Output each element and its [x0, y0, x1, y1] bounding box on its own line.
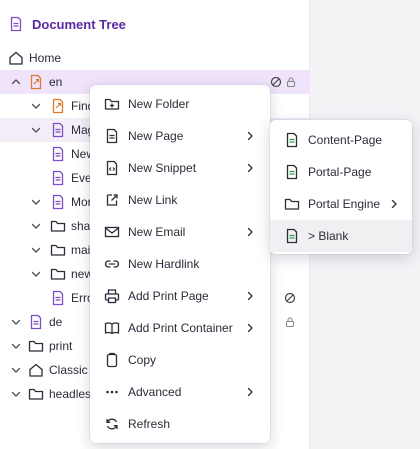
chevron-down-icon[interactable]	[30, 220, 42, 232]
document-icon	[50, 122, 66, 138]
page-icon	[284, 228, 300, 244]
menu-item-new-snippet[interactable]: New Snippet	[90, 152, 270, 184]
folder-icon	[50, 218, 66, 234]
chevron-right-icon	[244, 322, 256, 334]
home-icon	[8, 50, 24, 66]
folder-icon	[28, 338, 44, 354]
chevron-right-icon	[244, 130, 256, 142]
link-icon	[104, 192, 120, 208]
menu-item-copy[interactable]: Copy	[90, 344, 270, 376]
chevron-down-icon[interactable]	[10, 340, 22, 352]
folder-icon	[50, 266, 66, 282]
panel-header: Document Tree	[8, 12, 126, 36]
menu-item-add-print-container[interactable]: Add Print Container	[90, 312, 270, 344]
menu-item-new-email[interactable]: New Email	[90, 216, 270, 248]
chevron-right-icon	[244, 290, 256, 302]
submenu-item-blank[interactable]: > Blank	[270, 220, 412, 252]
folder-icon	[284, 196, 300, 212]
document-icon	[50, 146, 66, 162]
lock-icon	[285, 76, 297, 88]
page-icon	[284, 164, 300, 180]
folder-plus-icon	[104, 96, 120, 112]
chevron-up-icon[interactable]	[10, 76, 22, 88]
menu-item-new-page[interactable]: New Page	[90, 120, 270, 152]
chevron-down-icon[interactable]	[30, 244, 42, 256]
page-icon	[284, 132, 300, 148]
tree-item-label: Home	[29, 51, 62, 65]
menu-item-new-hardlink[interactable]: New Hardlink	[90, 248, 270, 280]
chevron-down-icon[interactable]	[30, 196, 42, 208]
snippet-icon	[104, 160, 120, 176]
submenu-item-portal-engine[interactable]: Portal Engine	[270, 188, 412, 220]
document-icon	[50, 290, 66, 306]
folder-icon	[50, 242, 66, 258]
new-page-submenu: Content-Page Portal-Page Portal Engine >…	[270, 120, 412, 254]
chevron-down-icon[interactable]	[10, 316, 22, 328]
copy-icon	[104, 352, 120, 368]
chevron-down-icon[interactable]	[10, 364, 22, 376]
submenu-item-portal-page[interactable]: Portal-Page	[270, 156, 412, 188]
page-icon	[104, 128, 120, 144]
unpublished-icon	[284, 292, 296, 304]
page-link-icon	[28, 74, 44, 90]
tree-item-label: Classic	[49, 363, 88, 377]
email-icon	[104, 224, 120, 240]
hardlink-icon	[104, 256, 120, 272]
chevron-down-icon[interactable]	[30, 124, 42, 136]
menu-item-new-link[interactable]: New Link	[90, 184, 270, 216]
folder-icon	[28, 386, 44, 402]
panel-title: Document Tree	[32, 16, 126, 32]
row-status-icons	[284, 292, 296, 304]
chevron-down-icon[interactable]	[30, 100, 42, 112]
lock-icon	[284, 316, 296, 328]
document-icon	[8, 16, 24, 32]
menu-item-refresh[interactable]: Refresh	[90, 408, 270, 440]
chevron-right-icon	[244, 226, 256, 238]
unpublished-icon	[270, 76, 282, 88]
chevron-right-icon	[244, 162, 256, 174]
tree-item-label: headles	[49, 387, 92, 401]
chevron-right-icon	[244, 386, 256, 398]
document-icon	[50, 170, 66, 186]
refresh-icon	[104, 416, 120, 432]
menu-item-advanced[interactable]: Advanced	[90, 376, 270, 408]
chevron-down-icon[interactable]	[10, 388, 22, 400]
row-status-icons	[284, 316, 296, 328]
more-icon	[104, 384, 120, 400]
book-icon	[104, 320, 120, 336]
tree-item-label: Mor	[71, 195, 92, 209]
row-status-icons	[270, 76, 297, 88]
menu-item-add-print-page[interactable]: Add Print Page	[90, 280, 270, 312]
tree-item-label: de	[49, 315, 63, 329]
tree-item-label: en	[49, 75, 63, 89]
printer-icon	[104, 288, 120, 304]
context-menu: New Folder New Page New Snippet New Link…	[90, 85, 270, 443]
tree-item-label: print	[49, 339, 73, 353]
chevron-down-icon[interactable]	[30, 268, 42, 280]
page-link-icon	[50, 98, 66, 114]
menu-item-new-folder[interactable]: New Folder	[90, 88, 270, 120]
submenu-item-content-page[interactable]: Content-Page	[270, 124, 412, 156]
home-icon	[28, 362, 44, 378]
chevron-right-icon	[388, 198, 400, 210]
document-icon	[50, 194, 66, 210]
tree-item-home[interactable]: Home	[0, 46, 310, 70]
document-icon	[28, 314, 44, 330]
